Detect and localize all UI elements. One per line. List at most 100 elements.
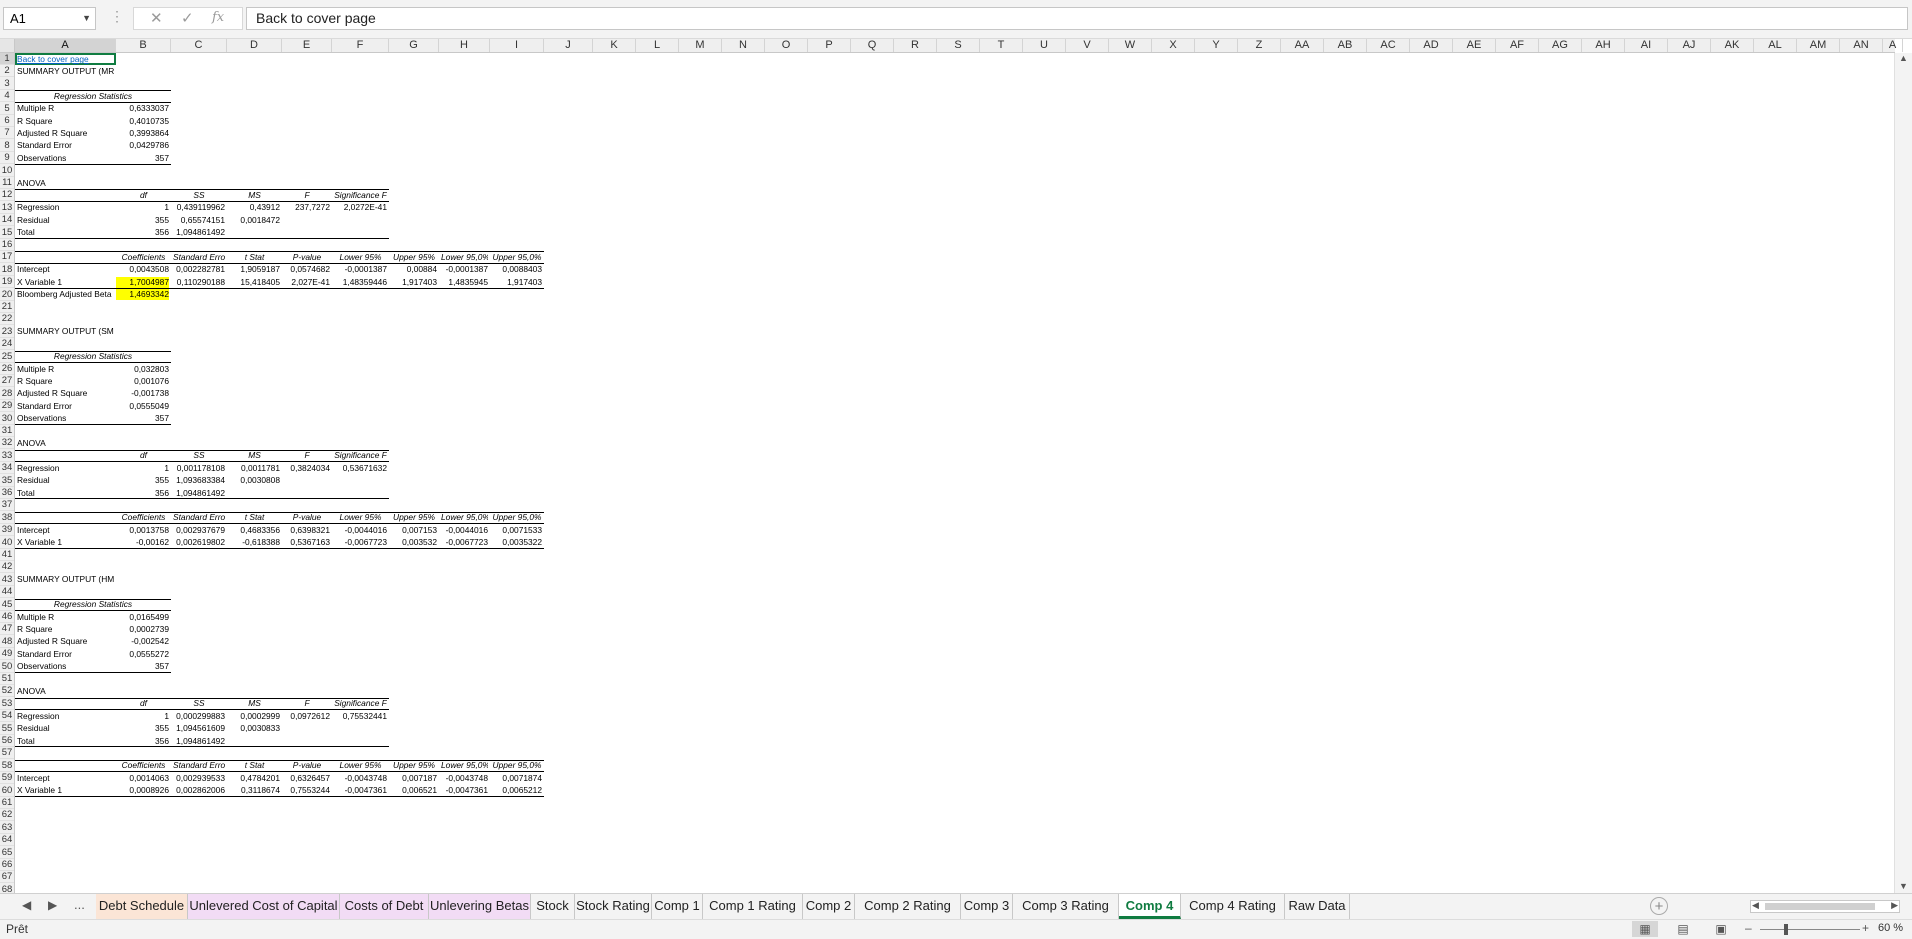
cell-value[interactable]: 0,75532441 (334, 711, 387, 722)
row-header[interactable]: 40 (0, 537, 14, 549)
row-header[interactable]: 46 (0, 611, 14, 623)
table-header-cell[interactable]: df (118, 450, 169, 461)
table-header-cell[interactable]: Significance F (334, 190, 387, 201)
column-header[interactable]: F (332, 39, 389, 52)
column-header[interactable]: AG (1539, 39, 1582, 52)
table-header-cell[interactable]: Coefficients (118, 252, 169, 263)
row-header[interactable]: 51 (0, 673, 14, 685)
row-label-cell[interactable]: Standard Error (17, 649, 114, 660)
table-header-cell[interactable]: Lower 95% (334, 252, 387, 263)
row-label-cell[interactable]: Regression (17, 463, 114, 474)
chevron-right-icon[interactable]: ▶ (48, 898, 57, 912)
check-icon[interactable]: ✓ (181, 9, 194, 27)
back-to-cover-link[interactable]: Back to cover page (17, 54, 114, 65)
cell-value[interactable]: 357 (118, 153, 169, 164)
cell-value[interactable]: 0,0555272 (118, 649, 169, 660)
column-header[interactable]: P (808, 39, 851, 52)
cell-value[interactable]: 0,002282781 (173, 264, 225, 275)
row-header[interactable]: 15 (0, 227, 14, 239)
row-label-cell[interactable]: Adjusted R Square (17, 636, 114, 647)
cell-value[interactable]: 0,0574682 (284, 264, 330, 275)
row-header[interactable]: 17 (0, 251, 14, 264)
cell-value[interactable]: 0,0030808 (229, 475, 280, 486)
highlighted-cell[interactable]: 1,7004987 (116, 276, 169, 288)
sheet-tab[interactable]: Debt Schedule (96, 894, 188, 919)
row-label-cell[interactable]: Total (17, 488, 114, 499)
table-header-cell[interactable]: F (284, 698, 330, 709)
cell-value[interactable]: 0,6333037 (118, 103, 169, 114)
row-label-cell[interactable]: SUMMARY OUTPUT (SMB) (17, 326, 114, 337)
cell-value[interactable]: 0,3118674 (229, 785, 280, 796)
row-label-cell[interactable]: ANOVA (17, 438, 114, 449)
cell-value[interactable]: 0,001178108 (173, 463, 225, 474)
row-label-cell[interactable]: Total (17, 227, 114, 238)
row-header[interactable]: 45 (0, 599, 14, 611)
table-header-cell[interactable]: df (118, 190, 169, 201)
normal-view-icon[interactable]: ▦ (1632, 921, 1658, 937)
row-label-cell[interactable]: R Square (17, 116, 114, 127)
column-header[interactable]: AA (1281, 39, 1324, 52)
table-header-cell[interactable]: t Stat (229, 512, 280, 523)
column-header[interactable]: R (894, 39, 937, 52)
cell-value[interactable]: 237,7272 (284, 202, 330, 213)
column-header[interactable]: S (937, 39, 980, 52)
sheet-tab[interactable]: Comp 3 (961, 894, 1013, 919)
column-header[interactable]: T (980, 39, 1023, 52)
cell-value[interactable]: 0,110290188 (173, 277, 225, 288)
row-label-cell[interactable]: Bloomberg Adjusted Beta (17, 289, 114, 300)
row-label-cell[interactable]: Multiple R (17, 612, 114, 623)
table-header-cell[interactable]: Lower 95% (334, 760, 387, 771)
sheet-tab[interactable]: Comp 4 (1119, 894, 1181, 919)
table-header-cell[interactable]: Lower 95,0% (441, 252, 488, 263)
row-label-cell[interactable]: R Square (17, 376, 114, 387)
table-header-cell[interactable]: Regression Statistics (17, 91, 169, 102)
row-header[interactable]: 43 (0, 574, 14, 586)
cancel-icon[interactable]: ✕ (150, 9, 163, 27)
row-label-cell[interactable]: Observations (17, 413, 114, 424)
row-header[interactable]: 21 (0, 301, 14, 313)
row-header[interactable]: 2 (0, 65, 14, 78)
table-header-cell[interactable]: Upper 95% (391, 512, 437, 523)
cell-value[interactable]: 2,0272E-41 (334, 202, 387, 213)
cell-value[interactable]: 0,007153 (391, 525, 437, 536)
row-header[interactable]: 22 (0, 313, 14, 326)
cell-value[interactable]: 0,3993864 (118, 128, 169, 139)
table-header-cell[interactable]: Significance F (334, 450, 387, 461)
cell-value[interactable]: -0,0043748 (441, 773, 488, 784)
row-header[interactable]: 48 (0, 636, 14, 648)
table-header-cell[interactable]: Lower 95% (334, 512, 387, 523)
row-header[interactable]: 29 (0, 400, 14, 413)
row-label-cell[interactable]: R Square (17, 624, 114, 635)
cell-value[interactable]: 0,0011781 (229, 463, 280, 474)
row-label-cell[interactable]: Residual (17, 475, 114, 486)
column-header[interactable]: M (679, 39, 722, 52)
table-header-cell[interactable]: Regression Statistics (17, 599, 169, 610)
row-header[interactable]: 28 (0, 388, 14, 400)
cell-value[interactable]: -0,618388 (229, 537, 280, 548)
row-header[interactable]: 68 (0, 884, 14, 893)
column-header[interactable]: AF (1496, 39, 1539, 52)
row-header[interactable]: 16 (0, 239, 14, 251)
row-label-cell[interactable]: X Variable 1 (17, 537, 114, 548)
row-header[interactable]: 50 (0, 661, 14, 673)
row-label-cell[interactable]: Regression (17, 711, 114, 722)
column-header[interactable]: AN (1840, 39, 1883, 52)
column-header[interactable]: AK (1711, 39, 1754, 52)
cell-value[interactable]: -0,0044016 (334, 525, 387, 536)
row-header[interactable]: 3 (0, 78, 14, 90)
cell-value[interactable]: -0,0044016 (441, 525, 488, 536)
sheet-tab[interactable]: Stock Rating (575, 894, 652, 919)
column-header[interactable]: L (636, 39, 679, 52)
cell-value[interactable]: 1 (118, 711, 169, 722)
zoom-slider-thumb[interactable] (1784, 924, 1788, 935)
scroll-up-icon[interactable]: ▲ (1899, 53, 1908, 63)
row-header[interactable]: 36 (0, 487, 14, 499)
cell-value[interactable]: 0,0035322 (492, 537, 542, 548)
cell-value[interactable]: -0,0047361 (334, 785, 387, 796)
row-header[interactable]: 38 (0, 512, 14, 524)
column-header[interactable]: Q (851, 39, 894, 52)
fx-icon[interactable]: fx (212, 10, 224, 25)
scroll-down-icon[interactable]: ▼ (1899, 881, 1908, 891)
cell-value[interactable]: -0,0067723 (334, 537, 387, 548)
cell-value[interactable]: 0,002619802 (173, 537, 225, 548)
